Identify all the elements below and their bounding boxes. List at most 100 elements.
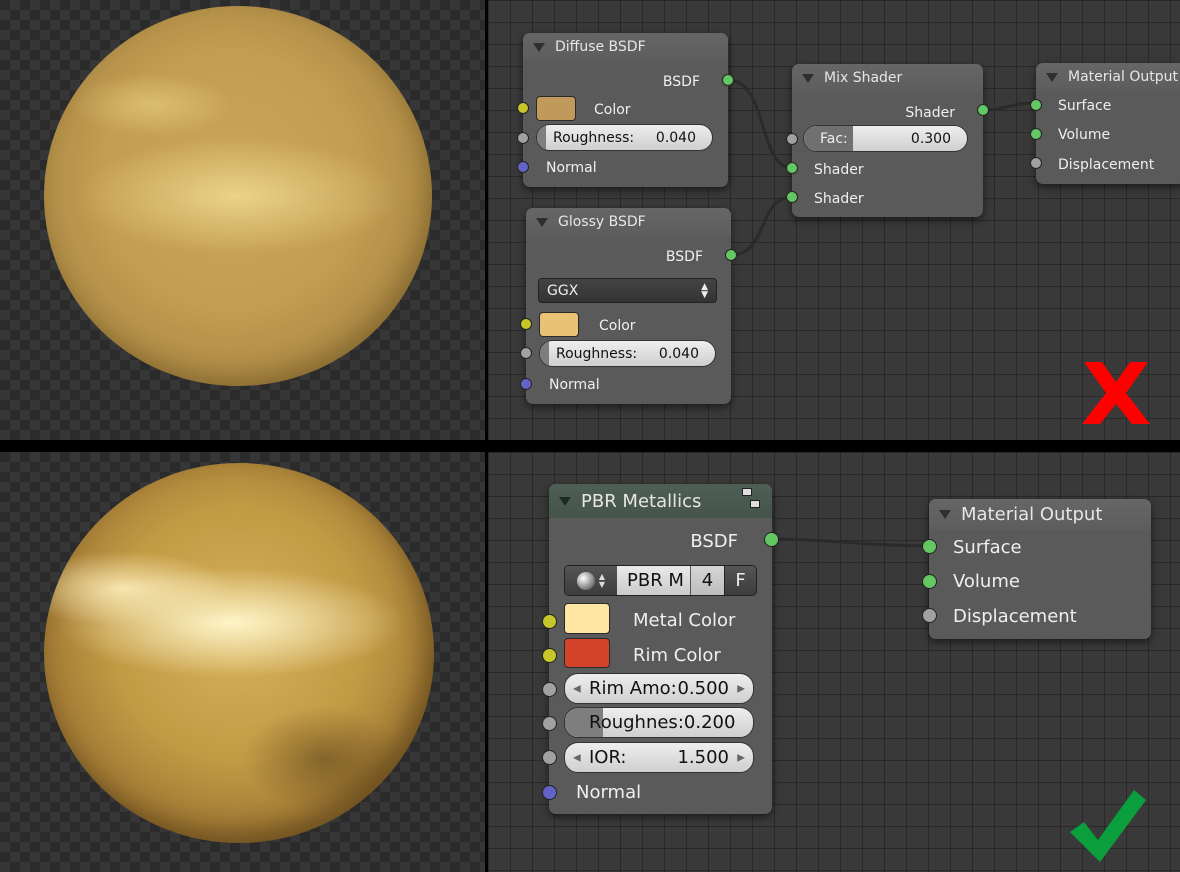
mix-fac-socket[interactable] [786, 133, 798, 145]
node-group-selector[interactable]: ▲ ▼ PBR M 4 F [564, 565, 757, 596]
pbr-rim-color-label: Rim Color [633, 645, 721, 666]
collapse-triangle-icon[interactable] [536, 217, 548, 227]
output-displacement-label: Displacement [1058, 157, 1155, 173]
mix-output-label: Shader [905, 105, 955, 121]
output-surface-label: Surface [1058, 98, 1112, 114]
mix-shader-output-socket[interactable] [977, 104, 989, 116]
material-output-node-top[interactable]: Material Output Surface Volume Displacem… [1030, 63, 1180, 184]
mix-shader-input1-socket[interactable] [786, 162, 798, 174]
glossy-bsdf-output-socket[interactable] [725, 249, 737, 261]
pbr-ior-label: IOR: [589, 747, 627, 768]
diffuse-output-label: BSDF [662, 74, 700, 90]
output-displacement-socket[interactable] [922, 608, 937, 623]
output-displacement-socket[interactable] [1030, 157, 1042, 169]
material-output-node-bottom[interactable]: Material Output Surface Volume Displacem… [922, 499, 1151, 639]
glossy-roughness-label: Roughness: [556, 345, 638, 362]
glossy-roughness-value: 0.040 [658, 345, 699, 362]
collapse-triangle-icon[interactable] [533, 42, 545, 52]
diffuse-bsdf-node[interactable]: Diffuse BSDF BSDF Color Roughness: 0.040… [517, 33, 734, 187]
output-node-title: Material Output [961, 504, 1103, 525]
pbr-rim-amount-socket[interactable] [542, 682, 557, 697]
glossy-normal-socket[interactable] [520, 378, 532, 390]
bottom-node-editor[interactable]: PBR Metallics BSDF ▲ ▼ PBR M 4 F Metal Co… [488, 452, 1180, 872]
render-sphere-mixed-shader [44, 6, 432, 386]
pbr-metal-color-label: Metal Color [633, 610, 736, 631]
pbr-normal-socket[interactable] [542, 785, 557, 800]
glossy-output-label: BSDF [665, 249, 703, 265]
node-group-icon[interactable] [740, 488, 762, 512]
pbr-roughness-socket[interactable] [542, 716, 557, 731]
pbr-rim-amount-field[interactable]: ◀ Rim Amo: 0.500 ▶ [564, 673, 754, 704]
mix-input1-label: Shader [814, 162, 864, 178]
diffuse-normal-label: Normal [546, 160, 597, 176]
pbr-roughness-slider[interactable]: Roughnes: 0.200 [564, 707, 754, 738]
diffuse-color-socket[interactable] [517, 102, 529, 114]
pbr-normal-label: Normal [576, 782, 642, 803]
output-volume-label: Volume [953, 571, 1020, 592]
mix-input2-label: Shader [814, 191, 864, 207]
pbr-node-header[interactable]: PBR Metallics [549, 484, 772, 518]
pbr-ior-socket[interactable] [542, 750, 557, 765]
node-group-name-field[interactable]: PBR M [617, 566, 690, 595]
pbr-output-label: BSDF [690, 531, 738, 552]
glossy-node-header[interactable]: Glossy BSDF [526, 208, 731, 236]
collapse-triangle-icon[interactable] [1046, 72, 1058, 82]
output-node-header[interactable]: Material Output [929, 499, 1151, 530]
fake-user-button[interactable]: F [724, 566, 756, 595]
output-displacement-label: Displacement [953, 606, 1077, 627]
glossy-color-swatch[interactable] [539, 312, 579, 337]
checkmark-icon [1070, 790, 1146, 862]
node-tree-browse-icon[interactable]: ▲ ▼ [565, 566, 617, 595]
diffuse-bsdf-output-socket[interactable] [722, 74, 734, 86]
pbr-roughness-label: Roughnes: [589, 712, 684, 733]
top-render-preview [0, 0, 485, 440]
diffuse-normal-socket[interactable] [517, 161, 529, 173]
pbr-node-title: PBR Metallics [581, 490, 702, 512]
pbr-bsdf-output-socket[interactable] [764, 532, 779, 547]
glossy-roughness-slider[interactable]: Roughness: 0.040 [539, 340, 716, 367]
node-group-user-count[interactable]: 4 [690, 566, 724, 595]
output-node-title: Material Output [1068, 69, 1178, 85]
mix-fac-value: 0.300 [910, 130, 951, 147]
output-surface-socket[interactable] [1030, 99, 1042, 111]
pbr-rim-color-socket[interactable] [542, 648, 557, 663]
pbr-rim-amount-value: 0.500 [677, 678, 729, 699]
collapse-triangle-icon[interactable] [802, 73, 814, 83]
render-sphere-pbr-metallic [44, 463, 434, 843]
output-node-header[interactable]: Material Output [1036, 63, 1180, 91]
output-surface-socket[interactable] [922, 539, 937, 554]
output-volume-socket[interactable] [1030, 128, 1042, 140]
pbr-metal-color-socket[interactable] [542, 614, 557, 629]
glossy-bsdf-node[interactable]: Glossy BSDF BSDF GGX ▲ ▼ Color Roughness:… [520, 208, 737, 404]
diffuse-roughness-label: Roughness: [553, 129, 635, 146]
glossy-color-label: Color [599, 318, 636, 334]
output-volume-label: Volume [1058, 127, 1111, 143]
glossy-color-socket[interactable] [520, 318, 532, 330]
diffuse-node-header[interactable]: Diffuse BSDF [523, 33, 728, 61]
pbr-roughness-value: 0.200 [683, 712, 736, 733]
pbr-ior-value: 1.500 [677, 747, 729, 768]
mix-fac-label: Fac: [820, 130, 848, 147]
collapse-triangle-icon[interactable] [939, 510, 951, 519]
mix-fac-slider[interactable]: Fac: 0.300 [803, 125, 968, 152]
diffuse-color-swatch[interactable] [536, 96, 576, 121]
output-surface-label: Surface [953, 537, 1022, 558]
top-node-editor[interactable]: Diffuse BSDF BSDF Color Roughness: 0.040… [488, 0, 1180, 440]
diffuse-node-title: Diffuse BSDF [555, 39, 646, 55]
glossy-roughness-socket[interactable] [520, 347, 532, 359]
diffuse-roughness-value: 0.040 [655, 129, 696, 146]
diffuse-roughness-slider[interactable]: Roughness: 0.040 [536, 124, 713, 151]
pbr-ior-field[interactable]: ◀ IOR: 1.500 ▶ [564, 742, 754, 773]
glossy-distribution-value: GGX [547, 282, 579, 299]
glossy-distribution-dropdown[interactable]: GGX ▲ ▼ [538, 278, 717, 303]
output-volume-socket[interactable] [922, 574, 937, 589]
diffuse-roughness-socket[interactable] [517, 132, 529, 144]
mix-shader-input2-socket[interactable] [786, 191, 798, 203]
mix-shader-node[interactable]: Mix Shader Shader Fac: 0.300 Shader Shad… [786, 64, 989, 217]
collapse-triangle-icon[interactable] [559, 496, 571, 506]
pbr-metallics-group-node[interactable]: PBR Metallics BSDF ▲ ▼ PBR M 4 F Metal Co… [542, 484, 779, 814]
pbr-metal-color-swatch[interactable] [564, 603, 610, 634]
updown-arrows-icon: ▲ ▼ [701, 281, 708, 300]
pbr-rim-color-swatch[interactable] [564, 638, 610, 668]
mix-node-header[interactable]: Mix Shader [792, 64, 983, 92]
